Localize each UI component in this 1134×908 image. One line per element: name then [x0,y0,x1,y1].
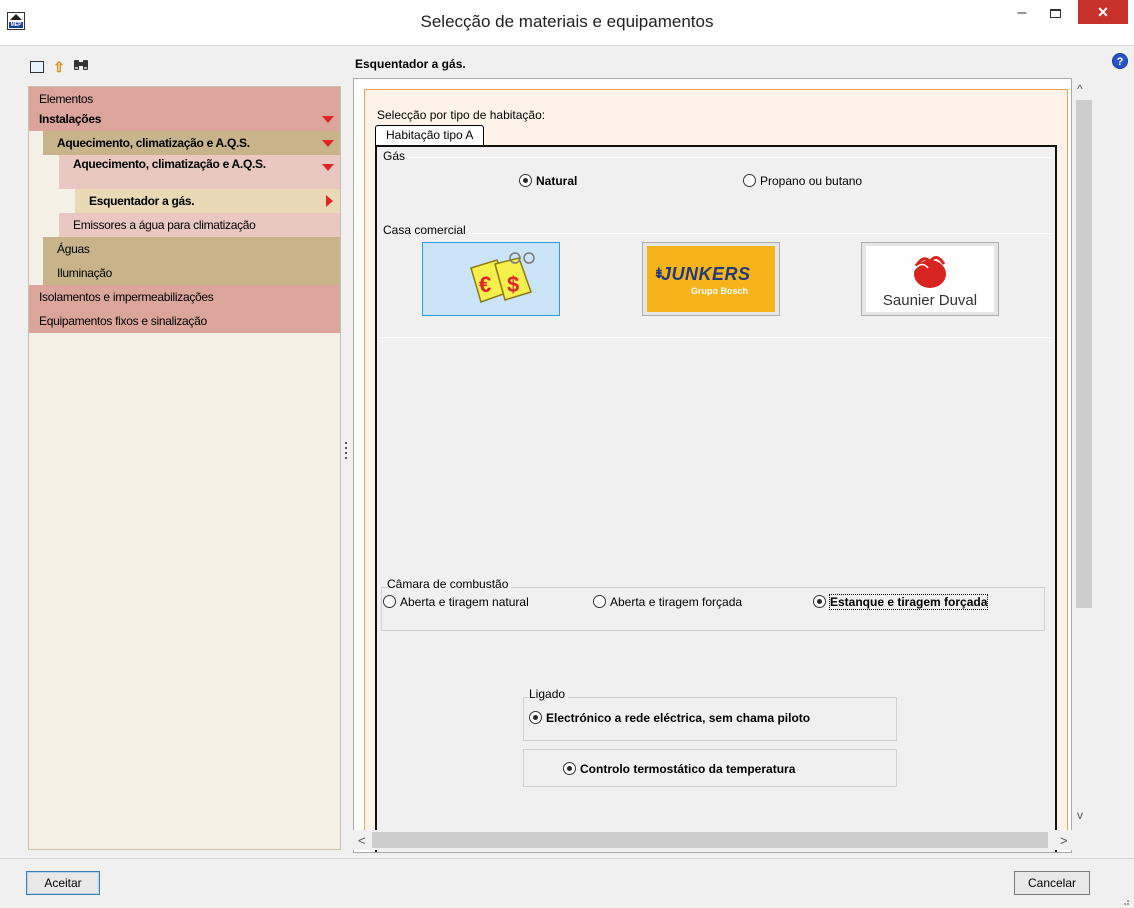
expand-triangle-icon[interactable] [322,164,334,171]
view-icon[interactable] [28,58,46,76]
scroll-left-icon[interactable]: < [358,833,366,848]
horizontal-scroll-thumb[interactable] [372,832,1048,848]
window-title: Selecção de materiais e equipamentos [420,12,714,31]
price-tags-icon: € $ [427,246,555,312]
tree-item-label: Emissores a água para climatização [73,218,256,232]
gas-group-divider [381,157,1051,158]
tree-item[interactable]: Esquentador a gás. [75,189,340,213]
tree-item-label: Aquecimento, climatização e A.Q.S. [57,136,250,150]
cancel-button[interactable]: Cancelar [1014,871,1090,895]
combustion-aberta-forcada-radio[interactable]: Aberta e tiragem forçada [593,594,742,612]
splitter-handle[interactable] [345,442,348,462]
combustion-aberta-natural-radio[interactable]: Aberta e tiragem natural [383,594,529,612]
expand-triangle-icon[interactable] [322,140,334,147]
ignition-electronic-radio[interactable]: Electrónico a rede eléctrica, sem chama … [529,710,810,728]
radio-indicator [563,762,576,775]
svg-text:€: € [479,272,491,297]
panel-title: Esquentador a gás. [355,57,466,71]
footer-divider [0,858,1134,859]
radio-indicator [383,595,396,608]
svg-text:$: $ [507,272,519,297]
tree-item-label: Equipamentos fixos e sinalização [39,314,207,328]
gas-group-title: Gás [383,149,409,163]
tree-item[interactable]: Águas [43,237,340,261]
help-icon[interactable]: ? [1112,53,1128,69]
ignition-group-title: Ligado [529,687,569,701]
binoculars-icon[interactable] [72,58,90,76]
maximize-icon [1049,9,1061,18]
brand-group-divider [381,233,1051,234]
brand-saunier-duval-button[interactable]: Saunier Duval [861,242,999,316]
close-button[interactable]: ✕ [1078,0,1128,24]
combustion-estanque-forcada-radio[interactable]: Estanque e tiragem forçada [813,594,989,612]
tab-habitacao-tipo-a[interactable]: Habitação tipo A [375,125,485,146]
radio-indicator [593,595,606,608]
thermostat-radio[interactable]: Controlo termostático da temperatura [563,761,795,779]
minimize-button[interactable]: – [1008,0,1036,30]
tree-item[interactable]: Aquecimento, climatização e A.Q.S. [43,131,340,155]
saunier-duval-logo: Saunier Duval [866,246,994,312]
combustion-group-title: Câmara de combustão [387,577,512,591]
tree-item[interactable]: Aquecimento, climatização e A.Q.S. [59,155,340,189]
tree-item[interactable]: Elementos [29,87,340,107]
brand-junkers-button[interactable]: ⇟ JUNKERS Grupo Bosch [642,242,780,316]
junkers-logo: ⇟ JUNKERS Grupo Bosch [647,246,775,312]
radio-indicator [519,174,532,187]
tree-item[interactable]: Emissores a água para climatização [59,213,340,237]
selection-panel: Selecção por tipo de habitação: Habitaçã… [353,78,1072,853]
resize-grip-icon[interactable] [1120,895,1130,905]
scroll-up-icon[interactable]: ^ [1077,82,1083,96]
up-arrow-icon[interactable]: ⇧ [50,58,68,76]
selection-type-label: Selecção por tipo de habitação: [377,108,546,122]
tree-item[interactable]: Instalações [29,107,340,131]
vertical-scroll-thumb[interactable] [1076,100,1092,608]
tree-item[interactable]: Iluminação [43,261,340,285]
tree-item-label: Instalações [39,112,102,126]
radio-indicator [743,174,756,187]
brand-generic-button[interactable]: € $ [422,242,560,316]
scroll-down-icon[interactable]: v [1077,808,1083,822]
radio-indicator [529,711,542,724]
tree-item-label: Esquentador a gás. [89,194,195,208]
radio-indicator [813,595,826,608]
tab-panel: Gás Natural Propano ou butano Casa comer… [375,145,1057,852]
selected-arrow-icon[interactable] [326,195,333,207]
category-tree: Elementos Instalações Aquecimento, climati… [28,86,341,850]
tree-item-label: Elementos [39,92,93,106]
gas-natural-radio[interactable]: Natural [519,173,577,191]
selection-content: Selecção por tipo de habitação: Habitaçã… [364,89,1068,852]
tree-item-label: Isolamentos e impermeabilizações [39,290,214,304]
maximize-button[interactable] [1038,0,1072,30]
brand-group-bottom [381,337,1051,338]
tree-item-label: Aquecimento, climatização e A.Q.S. [73,157,266,171]
tree-item-label: Iluminação [57,266,113,280]
expand-triangle-icon[interactable] [322,116,334,123]
tree-item[interactable]: Equipamentos fixos e sinalização [29,309,340,333]
accept-button[interactable]: Aceitar [26,871,100,895]
brand-group-title: Casa comercial [383,223,469,237]
title-bar: MEP Selecção de materiais e equipamentos… [0,0,1134,46]
gas-propano-radio[interactable]: Propano ou butano [743,173,862,191]
tree-item[interactable]: Isolamentos e impermeabilizações [29,285,340,309]
tree-item-label: Águas [57,242,90,256]
scroll-right-icon[interactable]: > [1060,833,1068,848]
